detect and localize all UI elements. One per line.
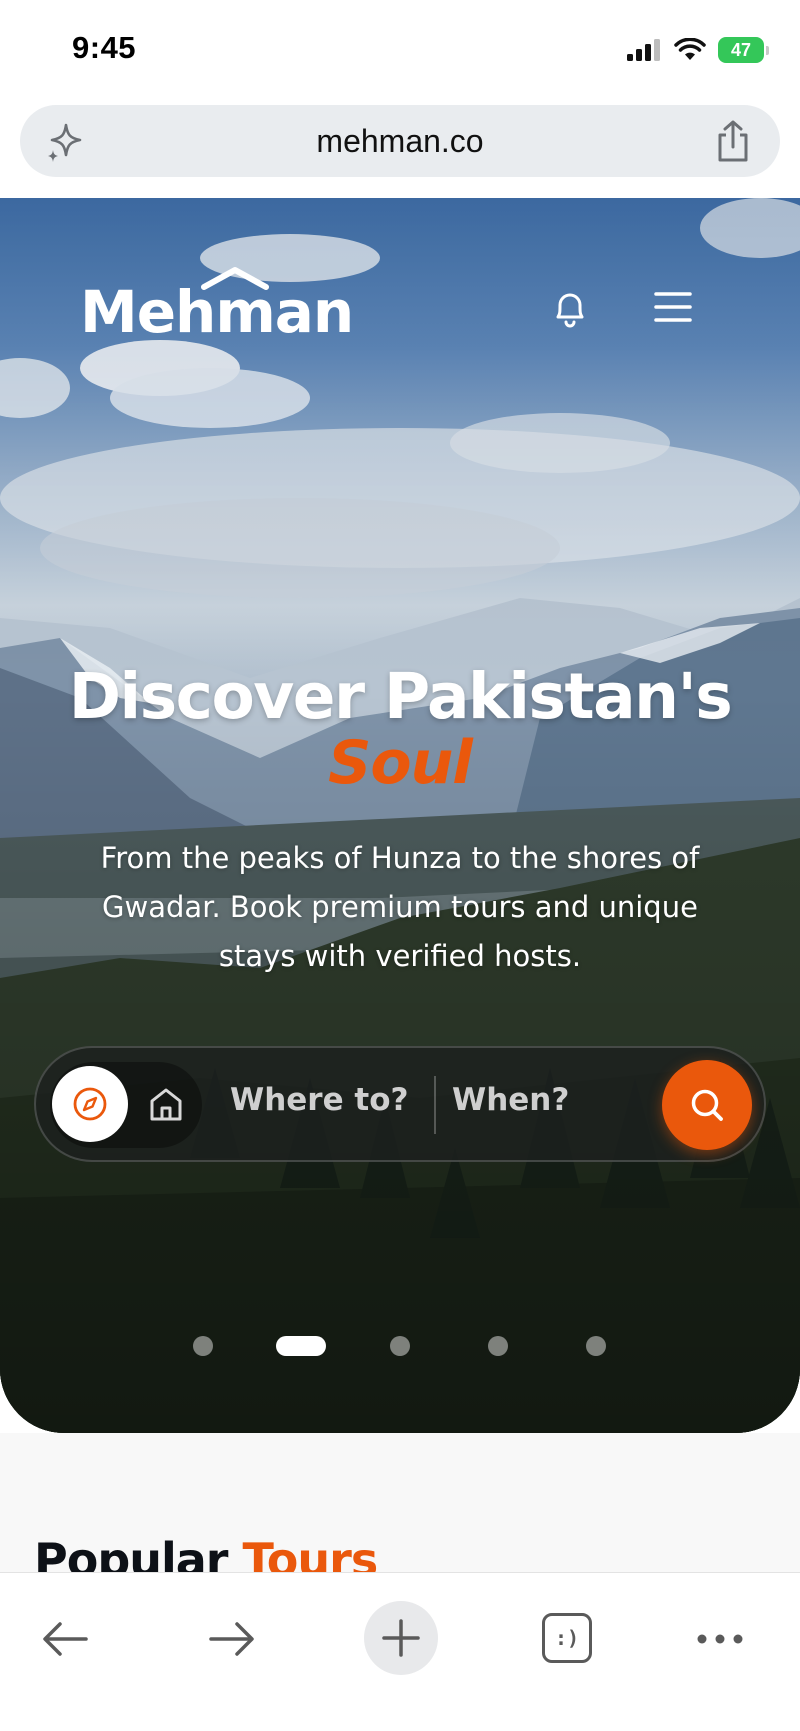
new-tab-button[interactable] bbox=[364, 1601, 438, 1675]
back-button[interactable] bbox=[37, 1611, 93, 1667]
tabs-icon: :) bbox=[554, 1626, 580, 1650]
carousel-dots bbox=[0, 1334, 800, 1358]
carousel-dot[interactable] bbox=[193, 1336, 213, 1356]
section-title-main: Popular bbox=[34, 1533, 228, 1573]
carousel-dot[interactable] bbox=[488, 1336, 508, 1356]
compass-icon bbox=[73, 1087, 107, 1121]
hero-headline-accent: Soul bbox=[328, 728, 473, 798]
popular-tours-section: Popular Tours bbox=[0, 1433, 800, 1573]
search-button[interactable] bbox=[662, 1060, 752, 1150]
bell-icon[interactable] bbox=[548, 286, 592, 330]
status-time: 9:45 bbox=[72, 30, 137, 65]
more-icon bbox=[697, 1634, 743, 1644]
browser-toolbar: :) bbox=[0, 1572, 800, 1731]
hero-overlay bbox=[0, 198, 800, 1433]
signal-icon bbox=[627, 39, 660, 61]
when-input[interactable]: When? bbox=[452, 1082, 569, 1118]
where-input[interactable]: Where to? bbox=[230, 1082, 409, 1118]
search-icon bbox=[691, 1089, 723, 1121]
url-text[interactable]: mehman.co bbox=[20, 123, 780, 160]
forward-arrow-icon bbox=[209, 1622, 254, 1656]
status-icons: 47 bbox=[626, 34, 769, 66]
forward-button[interactable] bbox=[204, 1611, 260, 1667]
tabs-button[interactable]: :) bbox=[542, 1613, 592, 1663]
hero-banner: Mehman Discover Pakistan's Soul From the… bbox=[0, 198, 800, 1433]
section-title: Popular Tours bbox=[34, 1533, 379, 1573]
hero-subtitle: From the peaks of Hunza to the shores of… bbox=[100, 841, 700, 973]
more-button[interactable] bbox=[693, 1611, 747, 1667]
search-mode-toggle bbox=[50, 1062, 202, 1148]
search-bar: Where to? When? bbox=[34, 1046, 766, 1162]
wifi-icon bbox=[674, 38, 706, 60]
new-tab-plus-icon bbox=[382, 1619, 420, 1657]
carousel-dot[interactable] bbox=[586, 1336, 606, 1356]
battery-charging-icon: 47 bbox=[718, 37, 769, 63]
stays-home-icon[interactable] bbox=[146, 1084, 186, 1124]
battery-level: 47 bbox=[730, 39, 752, 60]
status-bar: 9:45 47 bbox=[0, 0, 800, 100]
hero-headline: Discover Pakistan's bbox=[68, 660, 733, 733]
logo-roof-icon bbox=[201, 267, 269, 290]
explore-mode-button[interactable] bbox=[52, 1066, 128, 1142]
hamburger-menu-icon[interactable] bbox=[652, 288, 694, 326]
carousel-dot-active[interactable] bbox=[276, 1336, 326, 1356]
carousel-dot[interactable] bbox=[390, 1336, 410, 1356]
section-title-accent: Tours bbox=[242, 1533, 379, 1573]
back-arrow-icon bbox=[43, 1622, 88, 1656]
search-divider bbox=[434, 1076, 436, 1134]
url-bar[interactable]: mehman.co bbox=[20, 105, 780, 177]
share-icon[interactable] bbox=[712, 119, 754, 163]
